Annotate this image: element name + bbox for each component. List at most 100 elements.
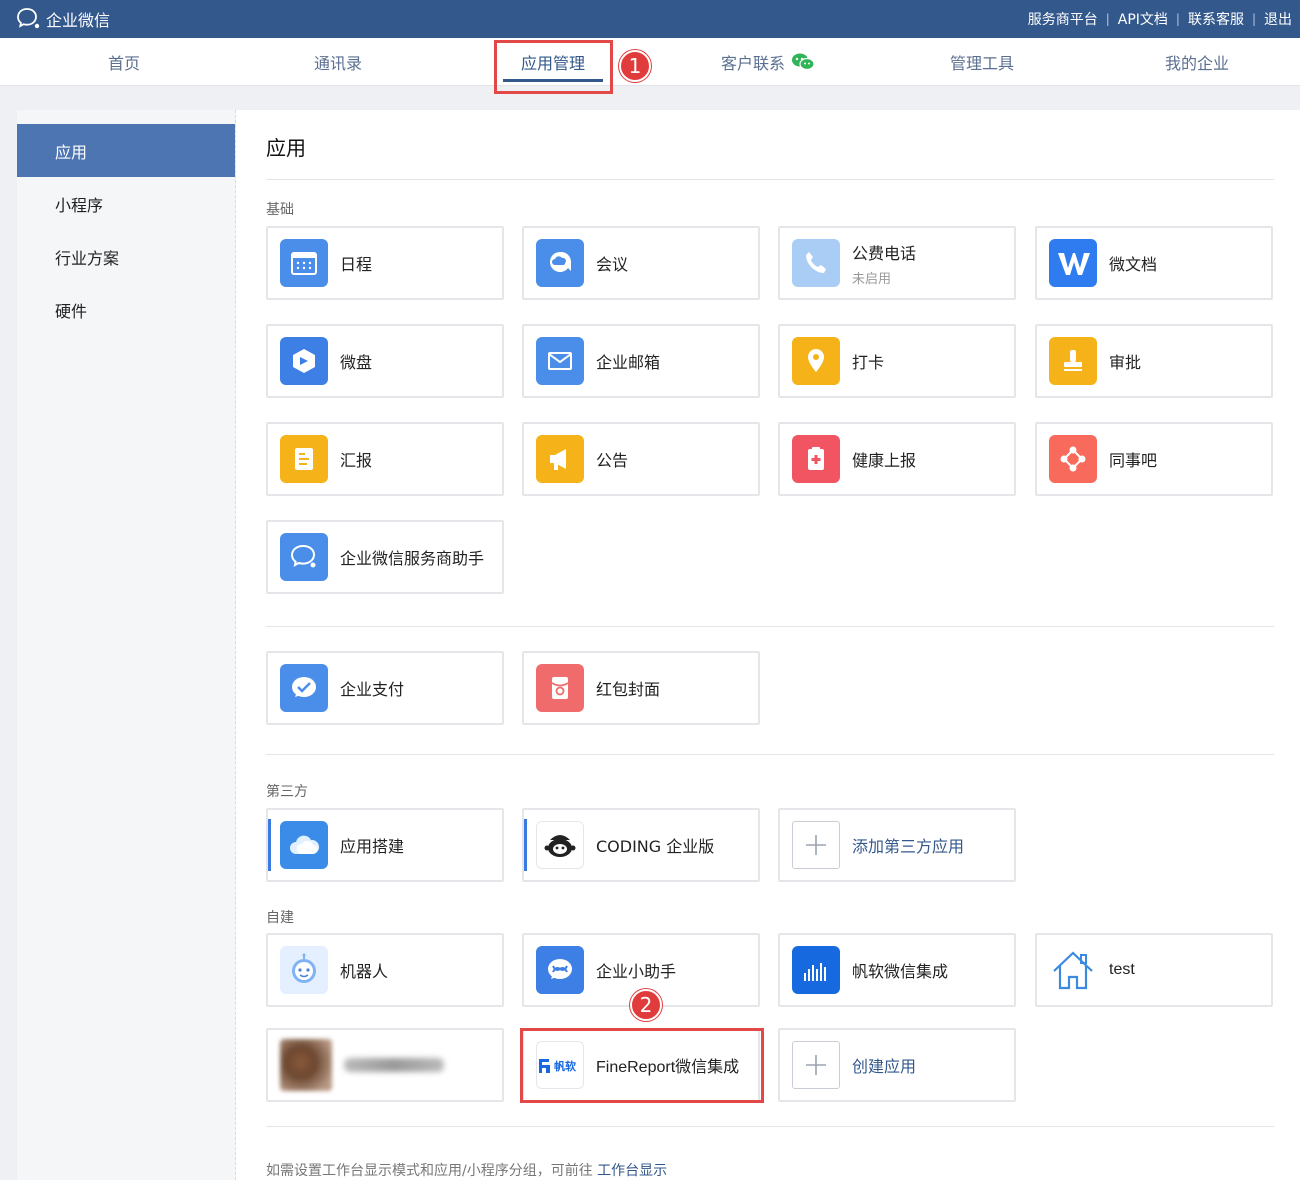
app-card-announcement[interactable]: 公告 [522, 422, 760, 496]
add-third-party-app-button[interactable]: 添加第三方应用 [778, 808, 1016, 882]
report-icon [280, 435, 328, 483]
contact-support-link[interactable]: 联系客服 [1180, 9, 1252, 29]
app-card-service-assistant[interactable]: 企业微信服务商助手 [266, 520, 504, 594]
app-name: 创建应用 [852, 1057, 917, 1076]
app-card-wedrive[interactable]: 微盘 [266, 324, 504, 398]
cloud-icon [280, 821, 328, 869]
nav-customer-contact[interactable]: 客户联系 [678, 38, 858, 86]
card-accent-bar [268, 819, 271, 871]
app-name: 同事吧 [1109, 451, 1158, 470]
brand-logo[interactable]: 企业微信 [16, 7, 110, 31]
app-name: 公费电话 [852, 243, 917, 263]
top-bar: 企业微信 服务商平台 | API文档 | 联系客服 | 退出 [0, 0, 1300, 38]
service-platform-link[interactable]: 服务商平台 [1020, 9, 1106, 29]
app-name: 添加第三方应用 [852, 837, 965, 856]
app-name: 企业邮箱 [596, 353, 661, 372]
app-name: CODING 企业版 [596, 837, 715, 856]
nav-app-management[interactable]: 应用管理 [463, 38, 643, 86]
app-name: 汇报 [340, 451, 373, 470]
app-name: 企业微信服务商助手 [340, 549, 485, 568]
app-card-health-report[interactable]: 健康上报 [778, 422, 1016, 496]
app-card-schedule[interactable]: 日程 [266, 226, 504, 300]
nav-home[interactable]: 首页 [34, 38, 214, 86]
nav-contacts[interactable]: 通讯录 [248, 38, 428, 86]
sidebar-item-hardware[interactable]: 硬件 [17, 283, 235, 336]
divider [266, 754, 1274, 755]
app-name: 微文档 [1109, 255, 1158, 274]
app-name: 机器人 [340, 962, 389, 981]
fanruan-chart-icon [792, 946, 840, 994]
app-card-public-phone[interactable]: 公费电话 未启用 [778, 226, 1016, 300]
step-marker-1: 1 [619, 50, 651, 82]
health-icon [792, 435, 840, 483]
footer-note: 如需设置工作台显示模式和应用/小程序分组，可前往 工作台显示 [266, 1163, 668, 1179]
app-name: 会议 [596, 255, 629, 274]
service-assistant-icon [280, 533, 328, 581]
app-card-approval[interactable]: 审批 [1035, 324, 1273, 398]
app-card-meeting[interactable]: 会议 [522, 226, 760, 300]
colleague-icon [1049, 435, 1097, 483]
disk-icon [280, 337, 328, 385]
doc-icon [1049, 239, 1097, 287]
step-marker-2: 2 [630, 989, 662, 1021]
section-label-third-party: 第三方 [266, 784, 308, 800]
mail-icon [536, 337, 584, 385]
app-name: 微盘 [340, 353, 373, 372]
app-card-wedoc[interactable]: 微文档 [1035, 226, 1273, 300]
pay-icon [280, 664, 328, 712]
active-tab-underline [503, 79, 603, 82]
fanruan-logo-icon: 帆软 [536, 1041, 584, 1089]
workbench-display-link[interactable]: 工作台显示 [597, 1163, 667, 1179]
app-status: 未启用 [852, 271, 892, 287]
announce-icon [536, 435, 584, 483]
plus-icon [792, 1041, 840, 1089]
app-name: 公告 [596, 451, 629, 470]
sidebar-item-industry-solutions[interactable]: 行业方案 [17, 230, 235, 283]
divider [266, 626, 1274, 627]
section-label-custom: 自建 [266, 910, 294, 926]
svg-text:帆软: 帆软 [554, 1059, 577, 1073]
app-card-enterprise-pay[interactable]: 企业支付 [266, 651, 504, 725]
app-card-report[interactable]: 汇报 [266, 422, 504, 496]
app-name: 企业小助手 [596, 962, 677, 981]
app-card-mail[interactable]: 企业邮箱 [522, 324, 760, 398]
app-name: 企业支付 [340, 680, 405, 699]
nav-my-enterprise[interactable]: 我的企业 [1107, 38, 1287, 86]
api-docs-link[interactable]: API文档 [1110, 9, 1176, 29]
brand-name: 企业微信 [46, 11, 111, 30]
phone-icon [792, 239, 840, 287]
app-card-colleague-bar[interactable]: 同事吧 [1035, 422, 1273, 496]
app-card-coding[interactable]: CODING 企业版 [522, 808, 760, 882]
app-name: 日程 [340, 255, 373, 274]
app-card-red-packet-cover[interactable]: 红包封面 [522, 651, 760, 725]
plus-icon [792, 821, 840, 869]
coding-icon [536, 821, 584, 869]
app-name: 打卡 [852, 353, 885, 372]
sidebar-item-apps[interactable]: 应用 [17, 124, 235, 177]
divider [266, 179, 1274, 180]
nav-management-tools[interactable]: 管理工具 [892, 38, 1072, 86]
meeting-icon [536, 239, 584, 287]
app-name: 应用搭建 [340, 837, 405, 856]
card-accent-bar [524, 819, 527, 871]
create-app-button[interactable]: 创建应用 [778, 1028, 1016, 1102]
app-card-finereport[interactable]: 帆软 FineReport微信集成 [522, 1028, 760, 1102]
logout-link[interactable]: 退出 [1256, 9, 1300, 29]
sidebar-item-mini-programs[interactable]: 小程序 [17, 177, 235, 230]
app-card-fanruan-integration[interactable]: 帆软微信集成 [778, 933, 1016, 1007]
blurred-app-name [344, 1058, 444, 1072]
redpacket-icon [536, 664, 584, 712]
robot-icon [280, 946, 328, 994]
checkin-icon [792, 337, 840, 385]
top-links: 服务商平台 | API文档 | 联系客服 | 退出 [1020, 0, 1300, 38]
app-card-robot[interactable]: 机器人 [266, 933, 504, 1007]
app-card-blurred[interactable] [266, 1028, 504, 1102]
wecom-logo-icon [17, 8, 40, 29]
app-card-test[interactable]: test [1035, 933, 1273, 1007]
app-card-checkin[interactable]: 打卡 [778, 324, 1016, 398]
app-name: 审批 [1109, 353, 1142, 372]
app-name: FineReport微信集成 [596, 1059, 740, 1076]
divider [266, 1126, 1274, 1127]
app-card-app-builder[interactable]: 应用搭建 [266, 808, 504, 882]
assistant-icon [536, 946, 584, 994]
